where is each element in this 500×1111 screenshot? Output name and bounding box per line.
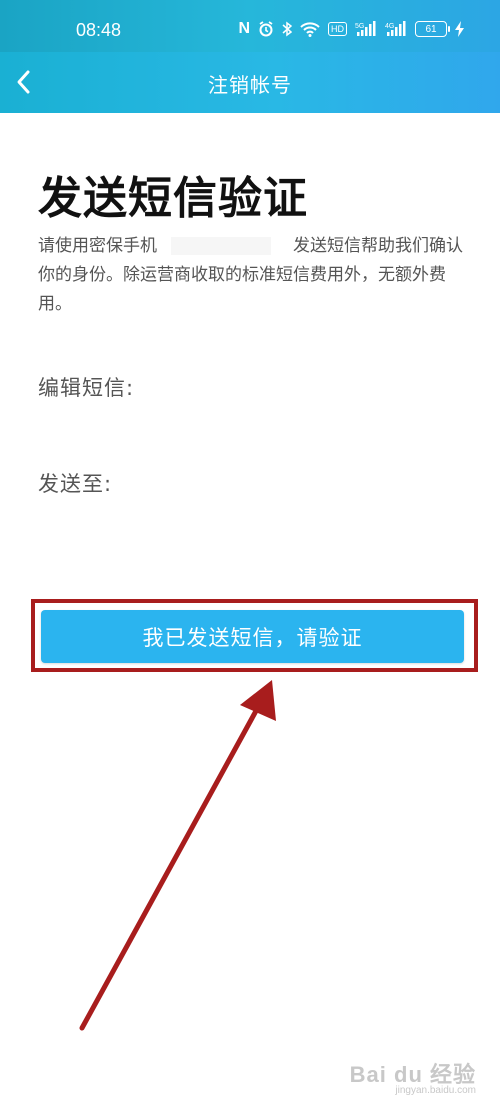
watermark-logo: Bai du 经验 <box>349 1062 476 1087</box>
nfc-icon: N <box>238 20 250 37</box>
svg-text:4G: 4G <box>385 23 394 30</box>
status-time: 08:48 <box>76 20 122 40</box>
masked-phone-number <box>171 237 271 255</box>
nav-title: 注销帐号 <box>208 73 292 97</box>
signal-5g-icon: 5G <box>355 21 377 37</box>
edit-sms-label: 编辑短信: <box>38 376 135 400</box>
signal-4g-icon: 4G <box>385 21 407 37</box>
status-bar: 08:48 N HD 5G 4G 61 <box>0 0 500 52</box>
annotation-highlight-box <box>31 599 478 672</box>
watermark: Bai du 经验 jingyan.baidu.com <box>349 1062 476 1099</box>
nav-bar: 注销帐号 <box>0 52 500 113</box>
page-title: 发送短信验证 <box>38 173 308 224</box>
description-prefix: 请使用密保手机 <box>38 236 157 256</box>
bluetooth-icon <box>282 21 292 37</box>
status-icons: N HD 5G 4G 61 <box>238 17 464 41</box>
battery-icon: 61 <box>415 21 450 37</box>
alarm-icon <box>258 21 274 37</box>
description-text: 请使用密保手机 发送短信帮助我们确认你的身份。除运营商收取的标准短信费用外，无额外… <box>38 232 468 319</box>
wifi-icon <box>300 21 320 37</box>
charging-icon <box>455 21 464 37</box>
svg-text:5G: 5G <box>355 23 364 30</box>
send-to-label: 发送至: <box>38 472 113 496</box>
hd-icon: HD <box>328 22 347 36</box>
